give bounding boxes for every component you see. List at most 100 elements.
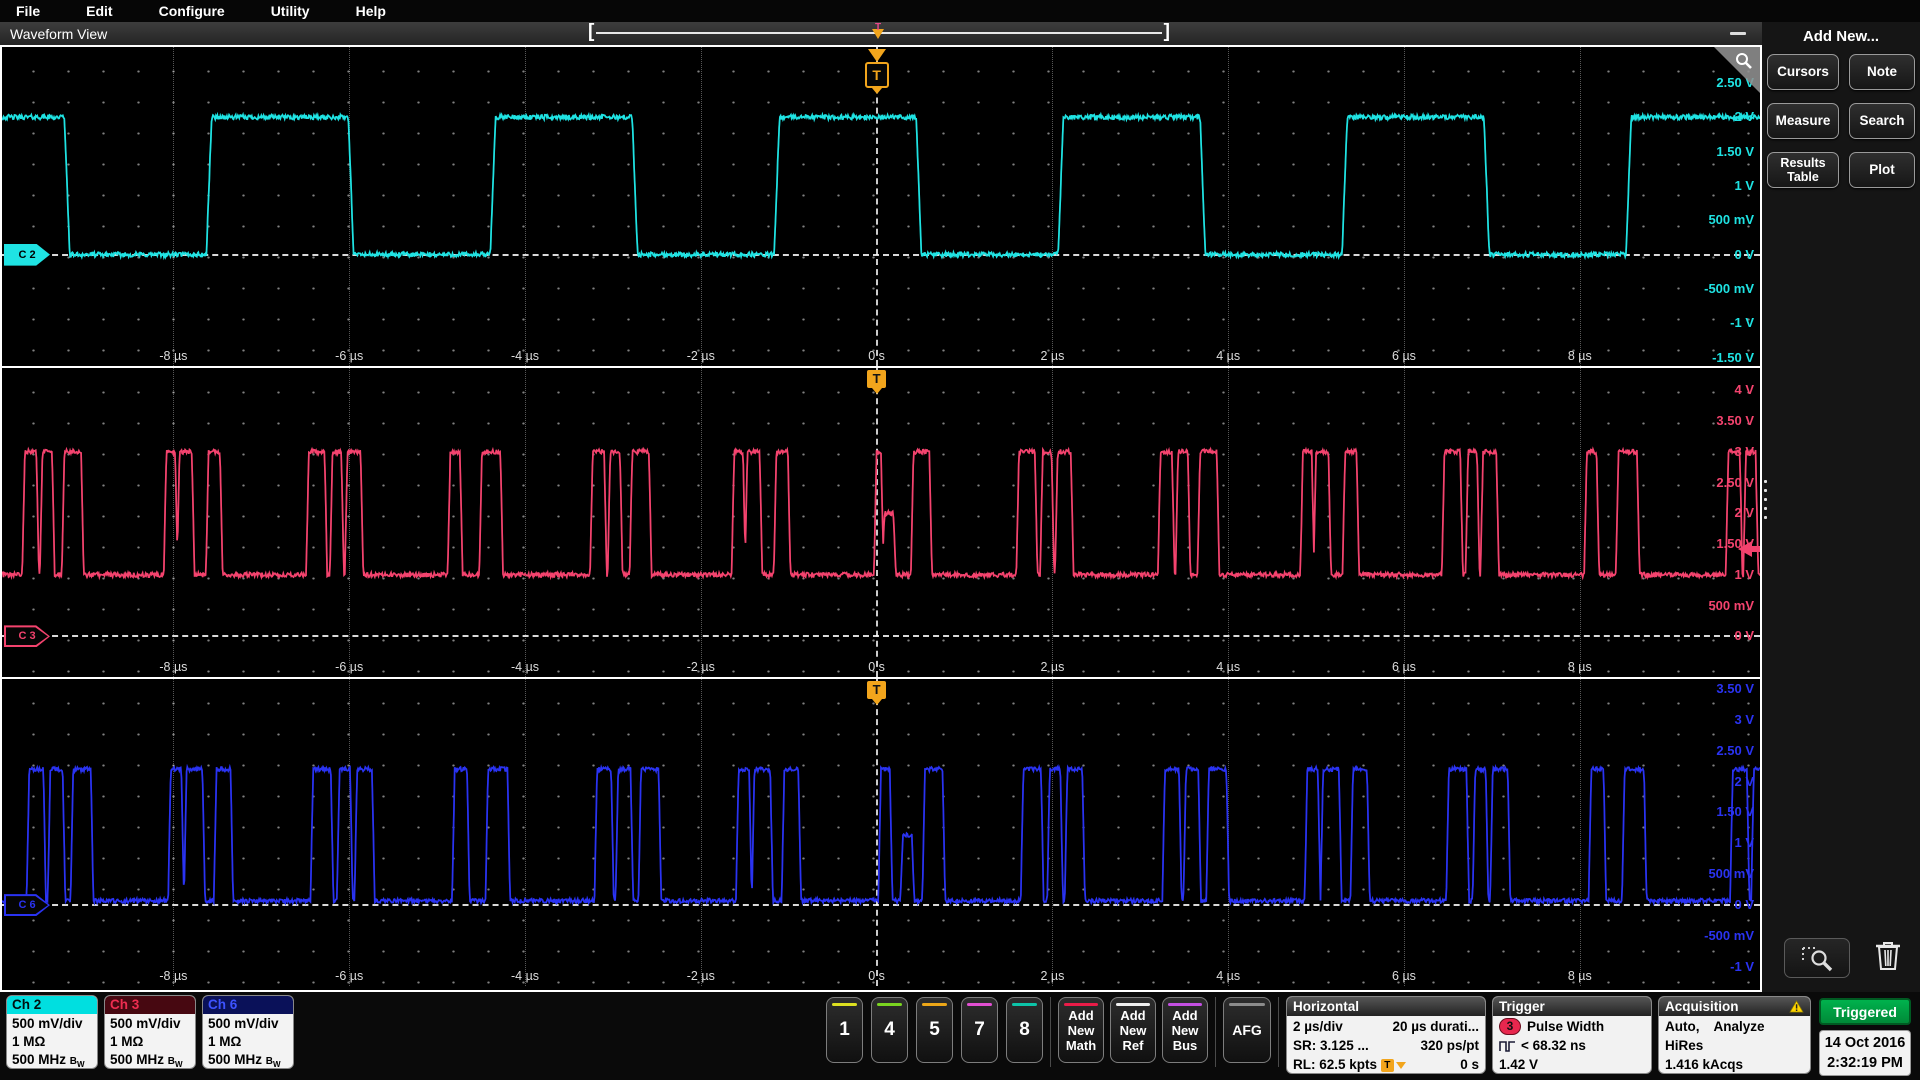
channel-bandwidth: 500 MHz BW bbox=[110, 1052, 183, 1067]
trigger-level-arrow-icon[interactable] bbox=[1738, 541, 1760, 557]
axis-label-2.50V: 2.50 V bbox=[1716, 743, 1754, 758]
time-tick-label: 4 µs bbox=[1216, 349, 1240, 363]
channel-7-button[interactable]: 7 bbox=[961, 997, 998, 1063]
menu-item-file[interactable]: File bbox=[16, 3, 40, 19]
add-new-note-button[interactable]: Note bbox=[1849, 54, 1915, 90]
time-tick-label: 0 s bbox=[868, 660, 885, 674]
waveform-trace-ch6[interactable] bbox=[2, 679, 1760, 986]
acquisition-analyze: Analyze bbox=[1714, 1017, 1765, 1036]
axis-label-2V: 2 V bbox=[1734, 774, 1754, 789]
menu-item-utility[interactable]: Utility bbox=[271, 3, 310, 19]
magnifier-icon bbox=[1733, 51, 1755, 73]
time-tick-label: 6 µs bbox=[1392, 660, 1416, 674]
trigger-tail bbox=[872, 88, 882, 94]
channel-badge-body: 500 mV/div1 MΩ500 MHz BW bbox=[7, 1014, 97, 1069]
trigger-position-indicator[interactable]: T bbox=[872, 25, 884, 41]
trigger-panel[interactable]: Trigger 3 Pulse Width < 68.32 ns 1.42 V bbox=[1492, 996, 1652, 1074]
triggered-badge: Triggered bbox=[1819, 998, 1911, 1025]
time-tick-label: 6 µs bbox=[1392, 969, 1416, 983]
channel-5-button[interactable]: 5 bbox=[916, 997, 953, 1063]
add-new-cursors-button[interactable]: Cursors bbox=[1767, 54, 1839, 90]
waveform-view-title: Waveform View bbox=[10, 26, 107, 42]
horizontal-title: Horizontal bbox=[1293, 999, 1359, 1014]
axis-label-0V: 0 V bbox=[1734, 247, 1754, 262]
trash-icon[interactable] bbox=[1874, 939, 1902, 976]
channel-bandwidth: 500 MHz BW bbox=[208, 1052, 281, 1067]
channel-bandwidth: 500 MHz BW bbox=[12, 1052, 85, 1067]
menu-item-edit[interactable]: Edit bbox=[86, 3, 112, 19]
waveform-trace-ch3[interactable] bbox=[2, 368, 1760, 677]
acquisition-hires: HiRes bbox=[1665, 1036, 1703, 1055]
menu-item-configure[interactable]: Configure bbox=[159, 3, 225, 19]
channel-badge-header: Ch 3 bbox=[105, 996, 195, 1014]
time-tick-label: -2 µs bbox=[687, 660, 715, 674]
divider bbox=[1050, 997, 1051, 1067]
channel-badge-header: Ch 6 bbox=[203, 996, 293, 1014]
divider bbox=[1215, 997, 1216, 1067]
horizontal-panel[interactable]: Horizontal 2 µs/div 20 µs durati... SR: … bbox=[1286, 996, 1486, 1074]
time-tick-label: 4 µs bbox=[1216, 660, 1240, 674]
add-new-button-grid: Cursors Note Measure Search Results Table Plo… bbox=[1762, 54, 1920, 188]
minimize-icon[interactable] bbox=[1730, 32, 1746, 35]
channel-4-button[interactable]: 4 bbox=[871, 997, 908, 1063]
acquisition-title: Acquisition bbox=[1665, 999, 1739, 1014]
time-tick-label: -6 µs bbox=[335, 660, 363, 674]
add-new-ref-button[interactable]: AddNewRef bbox=[1110, 997, 1156, 1063]
bottom-bar: Ch 2500 mV/div1 MΩ500 MHz BWCh 3500 mV/d… bbox=[0, 992, 1920, 1080]
bandwidth-limit-icon: BW bbox=[168, 1056, 183, 1067]
time-tick-label: 0 s bbox=[868, 349, 885, 363]
horizontal-duration: 20 µs durati... bbox=[1392, 1017, 1479, 1036]
channel-1-button[interactable]: 1 bbox=[826, 997, 863, 1063]
add-new-plot-button[interactable]: Plot bbox=[1849, 152, 1915, 188]
channel-button-label: 5 bbox=[929, 1019, 940, 1041]
channel-badges: Ch 2500 mV/div1 MΩ500 MHz BWCh 3500 mV/d… bbox=[6, 995, 294, 1069]
add-new-measure-button[interactable]: Measure bbox=[1767, 103, 1839, 139]
axis-label--1V: -1 V bbox=[1730, 959, 1754, 974]
channel-badge-header: Ch 2 bbox=[7, 996, 97, 1014]
time-label: 2:32:19 PM bbox=[1820, 1053, 1910, 1073]
add-new-search-button[interactable]: Search bbox=[1849, 103, 1915, 139]
grip-dots-icon[interactable] bbox=[1764, 480, 1767, 519]
afg-button[interactable]: AFG bbox=[1223, 997, 1271, 1063]
channel-badge-ch3[interactable]: Ch 3500 mV/div1 MΩ500 MHz BW bbox=[104, 995, 196, 1069]
axis-label-2V: 2 V bbox=[1734, 505, 1754, 520]
time-tick-label: -2 µs bbox=[687, 969, 715, 983]
add-new-math-button[interactable]: AddNewMath bbox=[1058, 997, 1104, 1063]
channel-scale: 500 mV/div bbox=[12, 1016, 83, 1031]
add-new-bus-button[interactable]: AddNewBus bbox=[1162, 997, 1208, 1063]
waveform-view: Waveform View [ T ] 2.50 V2 V1.50 V1 V50… bbox=[0, 22, 1762, 992]
add-new-buttons: AddNewMathAddNewRefAddNewBus bbox=[1058, 997, 1208, 1063]
horizontal-scale: 2 µs/div bbox=[1293, 1017, 1343, 1036]
waveform-panel-ch3[interactable]: 4 V3.50 V3 V2.50 V2 V1.50 V1 V500 mV0 V-… bbox=[2, 368, 1760, 679]
waveform-panel-ch2[interactable]: 2.50 V2 V1.50 V1 V500 mV0 V-500 mV-1 V-1… bbox=[2, 47, 1760, 368]
channel-impedance: 1 MΩ bbox=[208, 1034, 241, 1049]
acquisition-panel[interactable]: Acquisition Auto, Analyze HiRes 1.416 kA… bbox=[1658, 996, 1811, 1074]
channel-color-stripe bbox=[832, 1003, 857, 1006]
menu-bar: File Edit Configure Utility Help bbox=[0, 0, 1920, 22]
trigger-T-icon[interactable]: T bbox=[864, 681, 890, 705]
add-new-results-table-button[interactable]: Results Table bbox=[1767, 152, 1839, 188]
axis-label--500mV: -500 mV bbox=[1704, 928, 1754, 943]
horizontal-sample-rate: SR: 3.125 ... bbox=[1293, 1036, 1369, 1055]
record-right-bracket: ] bbox=[1164, 21, 1170, 43]
trigger-T-icon[interactable]: T bbox=[864, 49, 890, 94]
axis-label-3.50V: 3.50 V bbox=[1716, 681, 1754, 696]
record-view-bar[interactable]: [ T ] bbox=[594, 22, 1164, 45]
horizontal-position: 0 s bbox=[1460, 1055, 1479, 1074]
trigger-letter: T bbox=[875, 22, 881, 33]
channel-badge-ch2[interactable]: Ch 2500 mV/div1 MΩ500 MHz BW bbox=[6, 995, 98, 1069]
channel-color-stripe bbox=[922, 1003, 947, 1006]
axis-label-0V: 0 V bbox=[1734, 897, 1754, 912]
channel-flag-label: C 6 bbox=[6, 896, 48, 914]
menu-item-help[interactable]: Help bbox=[356, 3, 386, 19]
trigger-tail bbox=[872, 699, 882, 705]
date-label: 14 Oct 2016 bbox=[1820, 1033, 1910, 1053]
waveform-trace-ch2[interactable] bbox=[2, 47, 1760, 366]
trigger-source-badge: 3 bbox=[1499, 1018, 1521, 1035]
trigger-box: T bbox=[867, 370, 886, 388]
waveform-panel-ch6[interactable]: 3.50 V3 V2.50 V2 V1.50 V1 V500 mV0 V-500… bbox=[2, 679, 1760, 986]
channel-badge-ch6[interactable]: Ch 6500 mV/div1 MΩ500 MHz BW bbox=[202, 995, 294, 1069]
trigger-T-icon[interactable]: T bbox=[864, 370, 890, 394]
channel-8-button[interactable]: 8 bbox=[1006, 997, 1043, 1063]
zoom-mode-button[interactable] bbox=[1784, 938, 1850, 978]
